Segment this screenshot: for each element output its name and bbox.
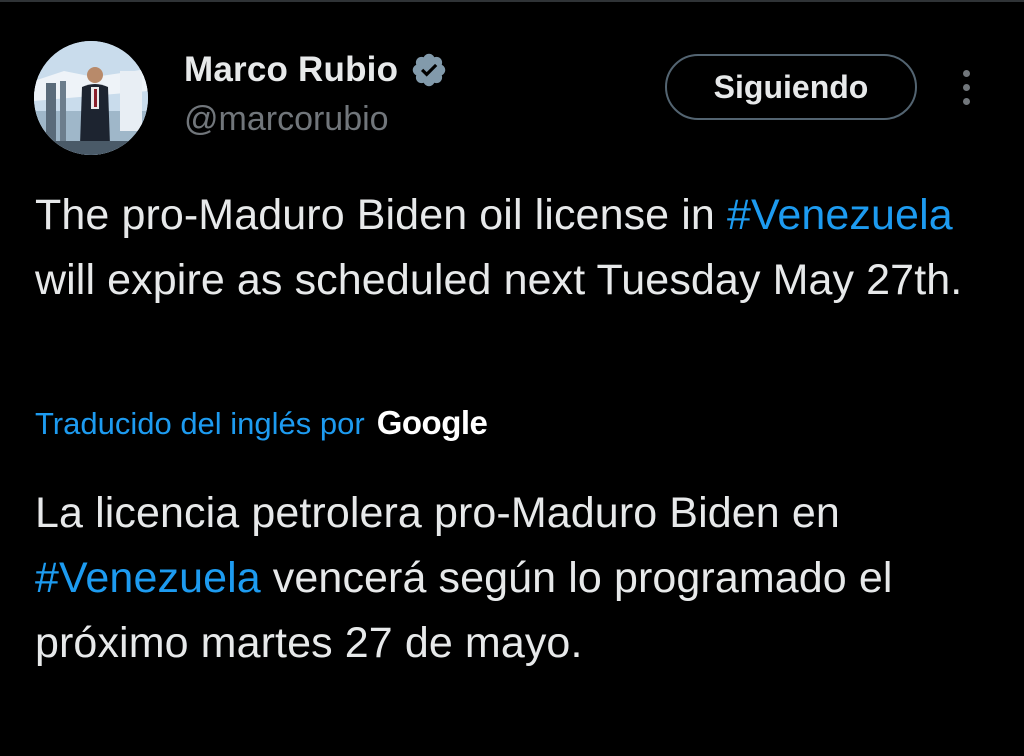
original-text-part: The pro-Maduro Biden oil license in xyxy=(35,191,727,239)
google-logo: Google xyxy=(376,404,488,441)
translated-text-part: La licencia petrolera pro-Maduro Biden e… xyxy=(35,489,840,537)
translation-attribution: Traducido del inglés por Google xyxy=(35,404,488,442)
author-handle[interactable]: @marcorubio xyxy=(184,100,389,139)
avatar-photo xyxy=(34,41,148,155)
translated-from-link[interactable]: Traducido del inglés por xyxy=(35,406,365,442)
following-button[interactable]: Siguiendo xyxy=(665,54,917,120)
avatar[interactable] xyxy=(34,41,148,155)
tweet-translated-text: La licencia petrolera pro-Maduro Biden e… xyxy=(35,481,995,676)
original-text-part: will expire as scheduled next Tuesday Ma… xyxy=(35,256,963,304)
author-name[interactable]: Marco Rubio xyxy=(184,50,398,90)
hashtag-link[interactable]: #Venezuela xyxy=(35,554,261,602)
hashtag-link[interactable]: #Venezuela xyxy=(727,191,953,239)
more-options-icon[interactable] xyxy=(952,68,982,108)
verified-badge-icon xyxy=(410,51,448,89)
tweet-original-text: The pro-Maduro Biden oil license in #Ven… xyxy=(35,183,995,313)
author-name-row: Marco Rubio xyxy=(184,50,448,90)
top-divider xyxy=(0,0,1024,2)
